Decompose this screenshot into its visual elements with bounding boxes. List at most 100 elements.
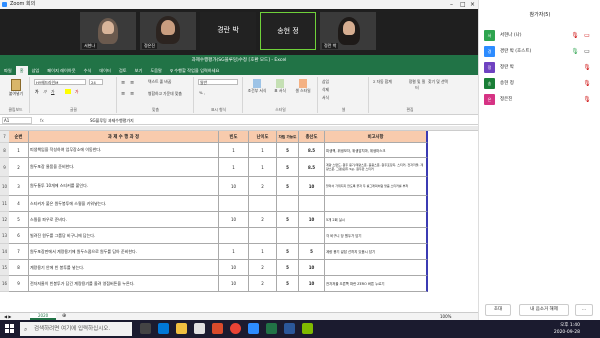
cell-task[interactable]: 스티커가 붙은 원두봉투에 스윙을 키워넣는다. [29,196,219,212]
header-total[interactable]: 총산도 [299,131,325,143]
cell-total[interactable]: 10 [299,260,325,276]
cell-task[interactable]: 원두포장판에서 계량용기에 원두스쿱으로 원두를 담아 준비한다. [29,244,219,260]
cell-diff[interactable]: 2 [249,177,277,196]
cell-num[interactable]: 7 [9,244,29,260]
row-header[interactable]: 10 [0,177,9,196]
tab-file[interactable]: 파일 [0,66,16,75]
cell-indep[interactable] [277,228,299,244]
start-button[interactable] [5,324,14,333]
row-header[interactable]: 7 [0,131,9,143]
cell-indep[interactable]: 5 [277,158,299,177]
cell-freq[interactable] [219,228,249,244]
row-header[interactable]: 11 [0,196,9,212]
delete-button[interactable]: 삭제 [322,87,329,93]
name-box[interactable]: A1 [2,117,32,124]
cell-diff[interactable]: 1 [249,143,277,158]
header-num[interactable]: 순번 [9,131,29,143]
tell-me-input[interactable]: ♀ 수행할 작업을 입력하세요 [166,66,223,75]
cell-indep[interactable]: 5 [277,276,299,292]
cell-diff[interactable] [249,196,277,212]
row-header[interactable]: 12 [0,212,9,228]
font-size-select[interactable]: 24 [89,79,103,85]
cell-note[interactable]: 전자저울 오른쪽 파란 ZERO 버튼 누르기 [325,276,428,292]
invite-button[interactable]: 초대 [485,304,511,316]
wrap-text-button[interactable]: 텍스트 줄 바꿈 [148,79,171,85]
merge-center-button[interactable]: 병합하고 가운데 맞춤 [148,91,182,97]
mic-on-icon[interactable]: 🎙 [571,48,579,56]
header-task[interactable]: 과 제 수 행 과 정 [29,131,219,143]
cell-total[interactable]: 10 [299,177,325,196]
video-tile[interactable]: 경란 박 [200,12,256,50]
conditional-format-button[interactable]: 조건부 서식 [246,79,268,94]
header-note[interactable]: 비고사항 [325,131,428,143]
cell-num[interactable]: 4 [9,196,29,212]
sheet-nav-icon[interactable]: ◀ ▶ [4,314,11,319]
row-header[interactable]: 9 [0,158,9,177]
cell-total[interactable] [299,228,325,244]
cell-task[interactable]: 스윙을 파우로 준비다. [29,212,219,228]
cell-note[interactable] [325,196,428,212]
clock[interactable]: 오후 1:40 2020-09-28 [510,322,580,336]
participant-row[interactable]: 정 정란 박 🎙 [479,60,600,76]
mic-muted-icon[interactable]: 🎙 [583,80,591,88]
format-table-button[interactable]: 표 서식 [270,79,290,94]
cell-num[interactable]: 9 [9,276,29,292]
cell-diff[interactable]: 1 [249,244,277,260]
tab-home[interactable]: 홈 [15,66,28,75]
format-button[interactable]: 서식 [322,95,329,101]
insert-button[interactable]: 삽입 [322,79,329,85]
task-view-icon[interactable] [140,323,151,334]
cell-diff[interactable]: 2 [249,212,277,228]
cell-freq[interactable]: 10 [219,212,249,228]
cell-task[interactable]: 빌려진 원두를 그룹당 비구니에 담는다. [29,228,219,244]
cell-task[interactable]: 계량용기 안에 빈 봉투를 넣는다. [29,260,219,276]
cell-num[interactable]: 6 [9,228,29,244]
align-top-icon[interactable]: ≡ [121,80,125,86]
video-tile[interactable]: 서현나 [80,12,136,50]
tab-help[interactable]: 도움말 [146,66,166,75]
cell-task[interactable]: 피생책임을 작성하여 업무장소에 이동한다. [29,143,219,158]
cell-task[interactable]: 원두포장 물품을 준비한다. [29,158,219,177]
font-name-select[interactable]: HY헤드라인M [34,79,86,85]
participant-row[interactable]: 경 경란 박 (호스트) 🎙 ▭ [479,44,600,60]
align-left-icon[interactable]: ≡ [121,91,125,97]
cell-num[interactable]: 8 [9,260,29,276]
video-tile[interactable]: 정은진 [140,12,196,50]
video-tile[interactable]: 정란 박 [320,12,376,50]
cell-total[interactable]: 8.5 [299,158,325,177]
participant-row[interactable]: 은 정은진 🎙 [479,92,600,108]
cell-note[interactable]: 잘라서 가위지지 않도록 끝자 두 룰그래픽처럼 맞춤 스티커를 부착 [325,177,428,196]
cell-task[interactable]: 전자저울이 빈봉투가 담긴 계량용기를 올려 영점버튼을 누른다. [29,276,219,292]
cell-diff[interactable]: 1 [249,158,277,177]
cell-note[interactable]: 각 비구니 당 원두가 담기 [325,228,428,244]
cell-indep[interactable]: 5 [277,177,299,196]
app-icon[interactable] [302,323,313,334]
close-button[interactable]: × [470,0,475,9]
store-icon[interactable] [194,323,205,334]
align-center-icon[interactable]: ≡ [130,91,134,97]
unmute-me-button[interactable]: 내 음소거 해제 [519,304,569,316]
cell-styles-button[interactable]: 셀 스타일 [292,79,314,94]
cell-total[interactable]: 10 [299,276,325,292]
cell-freq[interactable]: 10 [219,177,249,196]
video-on-icon[interactable]: ▭ [583,48,591,56]
find-select-button[interactable]: 찾기 및 선택 [428,79,448,85]
add-sheet-icon[interactable]: ⊕ [62,313,66,319]
cell-num[interactable]: 2 [9,158,29,177]
cell-diff[interactable]: 2 [249,276,277,292]
cell-indep[interactable] [277,196,299,212]
fill-color-icon[interactable] [65,89,71,94]
cell-freq[interactable]: 1 [219,158,249,177]
bold-button[interactable]: 가 [35,89,39,95]
tab-formulas[interactable]: 수식 [80,66,96,75]
cell-num[interactable]: 1 [9,143,29,158]
header-indep[interactable]: 자립 가능도 [277,131,299,143]
cell-num[interactable]: 5 [9,212,29,228]
cell-diff[interactable] [249,228,277,244]
video-tile-active[interactable]: 송현 정 [260,12,316,50]
cell-note[interactable]: 계량 스탠드, 원두 용기/계량스푼, 홀용스푼, 원두포장지, 스티커, 전자… [325,158,428,177]
cell-freq[interactable]: 10 [219,260,249,276]
tab-data[interactable]: 데이터 [95,66,115,75]
cell-num[interactable]: 3 [9,177,29,196]
cell-diff[interactable]: 2 [249,260,277,276]
